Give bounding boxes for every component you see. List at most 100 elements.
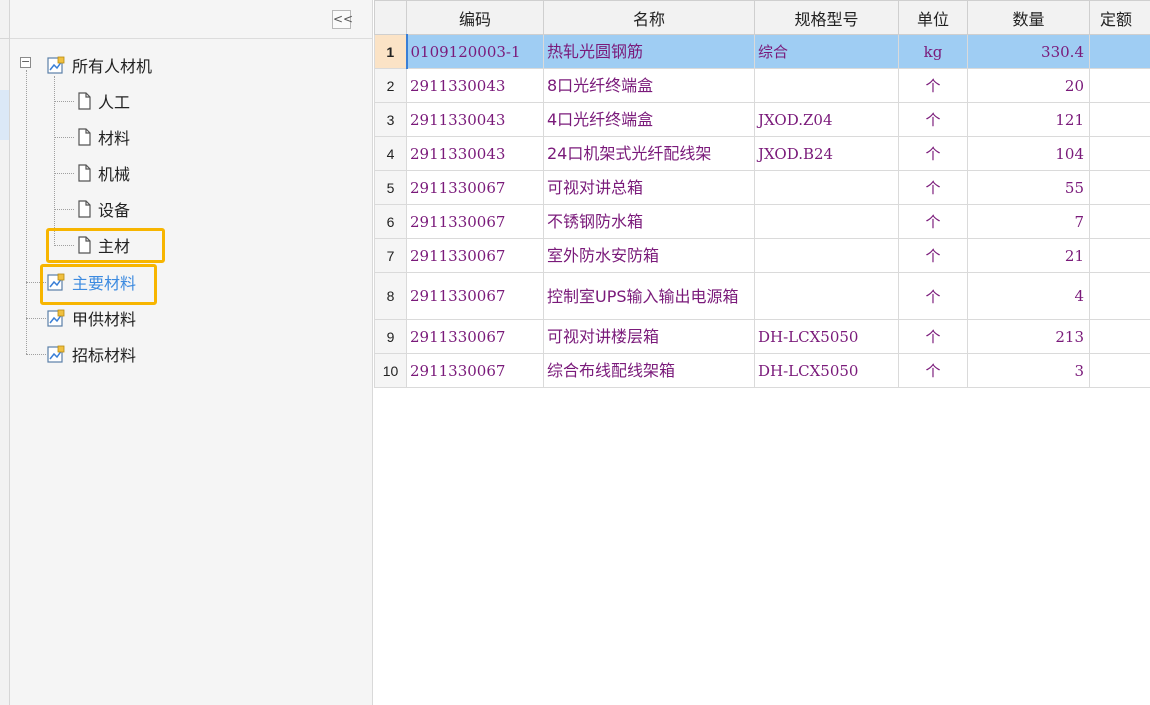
spec-cell[interactable] xyxy=(754,170,899,205)
qty-cell[interactable]: 121 xyxy=(967,102,1090,137)
qty-cell[interactable]: 7 xyxy=(967,204,1090,239)
tree-item-material[interactable]: 材料 xyxy=(76,125,130,149)
code-cell[interactable]: 2911330067 xyxy=(406,204,544,239)
table-row[interactable]: 8 2911330067 控制室UPS输入输出电源箱 个 4 xyxy=(374,272,1150,320)
quota-cell[interactable] xyxy=(1089,319,1150,354)
row-number-cell[interactable]: 9 xyxy=(374,319,407,354)
column-header-unit[interactable]: 单位 xyxy=(898,0,968,35)
row-number-cell[interactable]: 1 xyxy=(374,34,407,69)
tree-item-owner-supplied[interactable]: 甲供材料 xyxy=(46,306,136,330)
unit-cell[interactable]: 个 xyxy=(898,272,968,320)
table-row[interactable]: 1 0109120003-1 热轧光圆钢筋 综合 kg 330.4 xyxy=(374,34,1150,69)
table-row[interactable]: 4 2911330043 24口机架式光纤配线架 JXOD.B24 个 104 xyxy=(374,136,1150,171)
code-cell[interactable]: 2911330067 xyxy=(406,238,544,273)
quota-cell[interactable] xyxy=(1089,238,1150,273)
column-header-spec[interactable]: 规格型号 xyxy=(754,0,899,35)
spec-cell[interactable]: 综合 xyxy=(754,34,899,69)
qty-cell[interactable]: 20 xyxy=(967,68,1090,103)
qty-cell[interactable]: 330.4 xyxy=(967,34,1090,69)
spec-cell[interactable] xyxy=(754,204,899,239)
column-header-code[interactable]: 编码 xyxy=(406,0,544,35)
quota-cell[interactable] xyxy=(1089,34,1150,69)
qty-cell[interactable]: 3 xyxy=(967,353,1090,388)
tree-connector xyxy=(54,101,74,102)
quota-cell[interactable] xyxy=(1089,102,1150,137)
spec-cell[interactable] xyxy=(754,272,899,320)
name-cell[interactable]: 控制室UPS输入输出电源箱 xyxy=(543,272,755,320)
name-cell[interactable]: 不锈钢防水箱 xyxy=(543,204,755,239)
unit-cell[interactable]: 个 xyxy=(898,353,968,388)
quota-cell[interactable] xyxy=(1089,272,1150,320)
code-cell[interactable]: 2911330043 xyxy=(406,102,544,137)
name-cell[interactable]: 24口机架式光纤配线架 xyxy=(543,136,755,171)
unit-cell[interactable]: kg xyxy=(898,34,968,69)
quota-cell[interactable] xyxy=(1089,170,1150,205)
table-row[interactable]: 9 2911330067 可视对讲楼层箱 DH-LCX5050 个 213 xyxy=(374,319,1150,354)
row-number-cell[interactable]: 5 xyxy=(374,170,407,205)
code-cell[interactable]: 2911330067 xyxy=(406,272,544,320)
tree-item-label: 甲供材料 xyxy=(72,310,137,329)
column-header-quantity[interactable]: 数量 xyxy=(967,0,1090,35)
table-row[interactable]: 5 2911330067 可视对讲总箱 个 55 xyxy=(374,170,1150,205)
spec-cell[interactable] xyxy=(754,238,899,273)
table-row[interactable]: 7 2911330067 室外防水安防箱 个 21 xyxy=(374,238,1150,273)
tree-item-labor[interactable]: 人工 xyxy=(76,89,130,113)
unit-cell[interactable]: 个 xyxy=(898,136,968,171)
table-row[interactable]: 6 2911330067 不锈钢防水箱 个 7 xyxy=(374,204,1150,239)
quota-cell[interactable] xyxy=(1089,68,1150,103)
name-cell[interactable]: 可视对讲总箱 xyxy=(543,170,755,205)
row-number-cell[interactable]: 8 xyxy=(374,272,407,320)
qty-cell[interactable]: 55 xyxy=(967,170,1090,205)
materials-table: 编码 名称 规格型号 单位 数量 定额 1 0109120003-1 热轧光圆钢筋综… xyxy=(374,0,1150,388)
tree-collapse-toggle[interactable]: − xyxy=(20,56,31,68)
spec-cell[interactable]: DH-LCX5050 xyxy=(754,319,899,354)
tree-item-equipment[interactable]: 设备 xyxy=(76,197,130,221)
name-cell[interactable]: 可视对讲楼层箱 xyxy=(543,319,755,354)
qty-cell[interactable]: 21 xyxy=(967,238,1090,273)
quota-cell[interactable] xyxy=(1089,136,1150,171)
qty-cell[interactable]: 4 xyxy=(967,272,1090,320)
quota-cell[interactable] xyxy=(1089,204,1150,239)
tree-item-bid-materials[interactable]: 招标材料 xyxy=(46,342,136,366)
column-header-name[interactable]: 名称 xyxy=(543,0,755,35)
spec-cell[interactable]: JXOD.Z04 xyxy=(754,102,899,137)
code-cell[interactable]: 2911330043 xyxy=(406,68,544,103)
unit-cell[interactable]: 个 xyxy=(898,204,968,239)
name-cell[interactable]: 综合布线配线架箱 xyxy=(543,353,755,388)
code-cell[interactable]: 2911330043 xyxy=(406,136,544,171)
tree-item-all[interactable]: 所有人材机 xyxy=(46,53,152,77)
code-cell[interactable]: 2911330067 xyxy=(406,319,544,354)
tree-connector xyxy=(54,137,74,138)
row-number-cell[interactable]: 2 xyxy=(374,68,407,103)
row-number-cell[interactable]: 7 xyxy=(374,238,407,273)
name-cell[interactable]: 室外防水安防箱 xyxy=(543,238,755,273)
table-row[interactable]: 2 2911330043 8口光纤终端盒 个 20 xyxy=(374,68,1150,103)
row-number-cell[interactable]: 4 xyxy=(374,136,407,171)
code-cell[interactable]: 2911330067 xyxy=(406,170,544,205)
quota-cell[interactable] xyxy=(1089,353,1150,388)
table-row[interactable]: 3 2911330043 4口光纤终端盒 JXOD.Z04 个 121 xyxy=(374,102,1150,137)
unit-cell[interactable]: 个 xyxy=(898,170,968,205)
row-number-cell[interactable]: 10 xyxy=(374,353,407,388)
spec-cell[interactable] xyxy=(754,68,899,103)
code-cell[interactable]: 2911330067 xyxy=(406,353,544,388)
qty-cell[interactable]: 213 xyxy=(967,319,1090,354)
spec-cell[interactable]: JXOD.B24 xyxy=(754,136,899,171)
name-cell[interactable]: 热轧光圆钢筋 xyxy=(543,34,755,69)
table-row[interactable]: 10 2911330067 综合布线配线架箱 DH-LCX5050 个 3 xyxy=(374,353,1150,388)
unit-cell[interactable]: 个 xyxy=(898,319,968,354)
tree-connector xyxy=(54,209,74,210)
collapse-panel-button[interactable]: << xyxy=(332,10,353,29)
spec-cell[interactable]: DH-LCX5050 xyxy=(754,353,899,388)
code-cell[interactable]: 0109120003-1 xyxy=(405,34,544,69)
column-header-quota[interactable]: 定额 xyxy=(1089,0,1150,35)
row-number-cell[interactable]: 6 xyxy=(374,204,407,239)
qty-cell[interactable]: 104 xyxy=(967,136,1090,171)
name-cell[interactable]: 4口光纤终端盒 xyxy=(543,102,755,137)
unit-cell[interactable]: 个 xyxy=(898,68,968,103)
name-cell[interactable]: 8口光纤终端盒 xyxy=(543,68,755,103)
unit-cell[interactable]: 个 xyxy=(898,102,968,137)
unit-cell[interactable]: 个 xyxy=(898,238,968,273)
row-number-cell[interactable]: 3 xyxy=(374,102,407,137)
tree-item-machinery[interactable]: 机械 xyxy=(76,161,130,185)
